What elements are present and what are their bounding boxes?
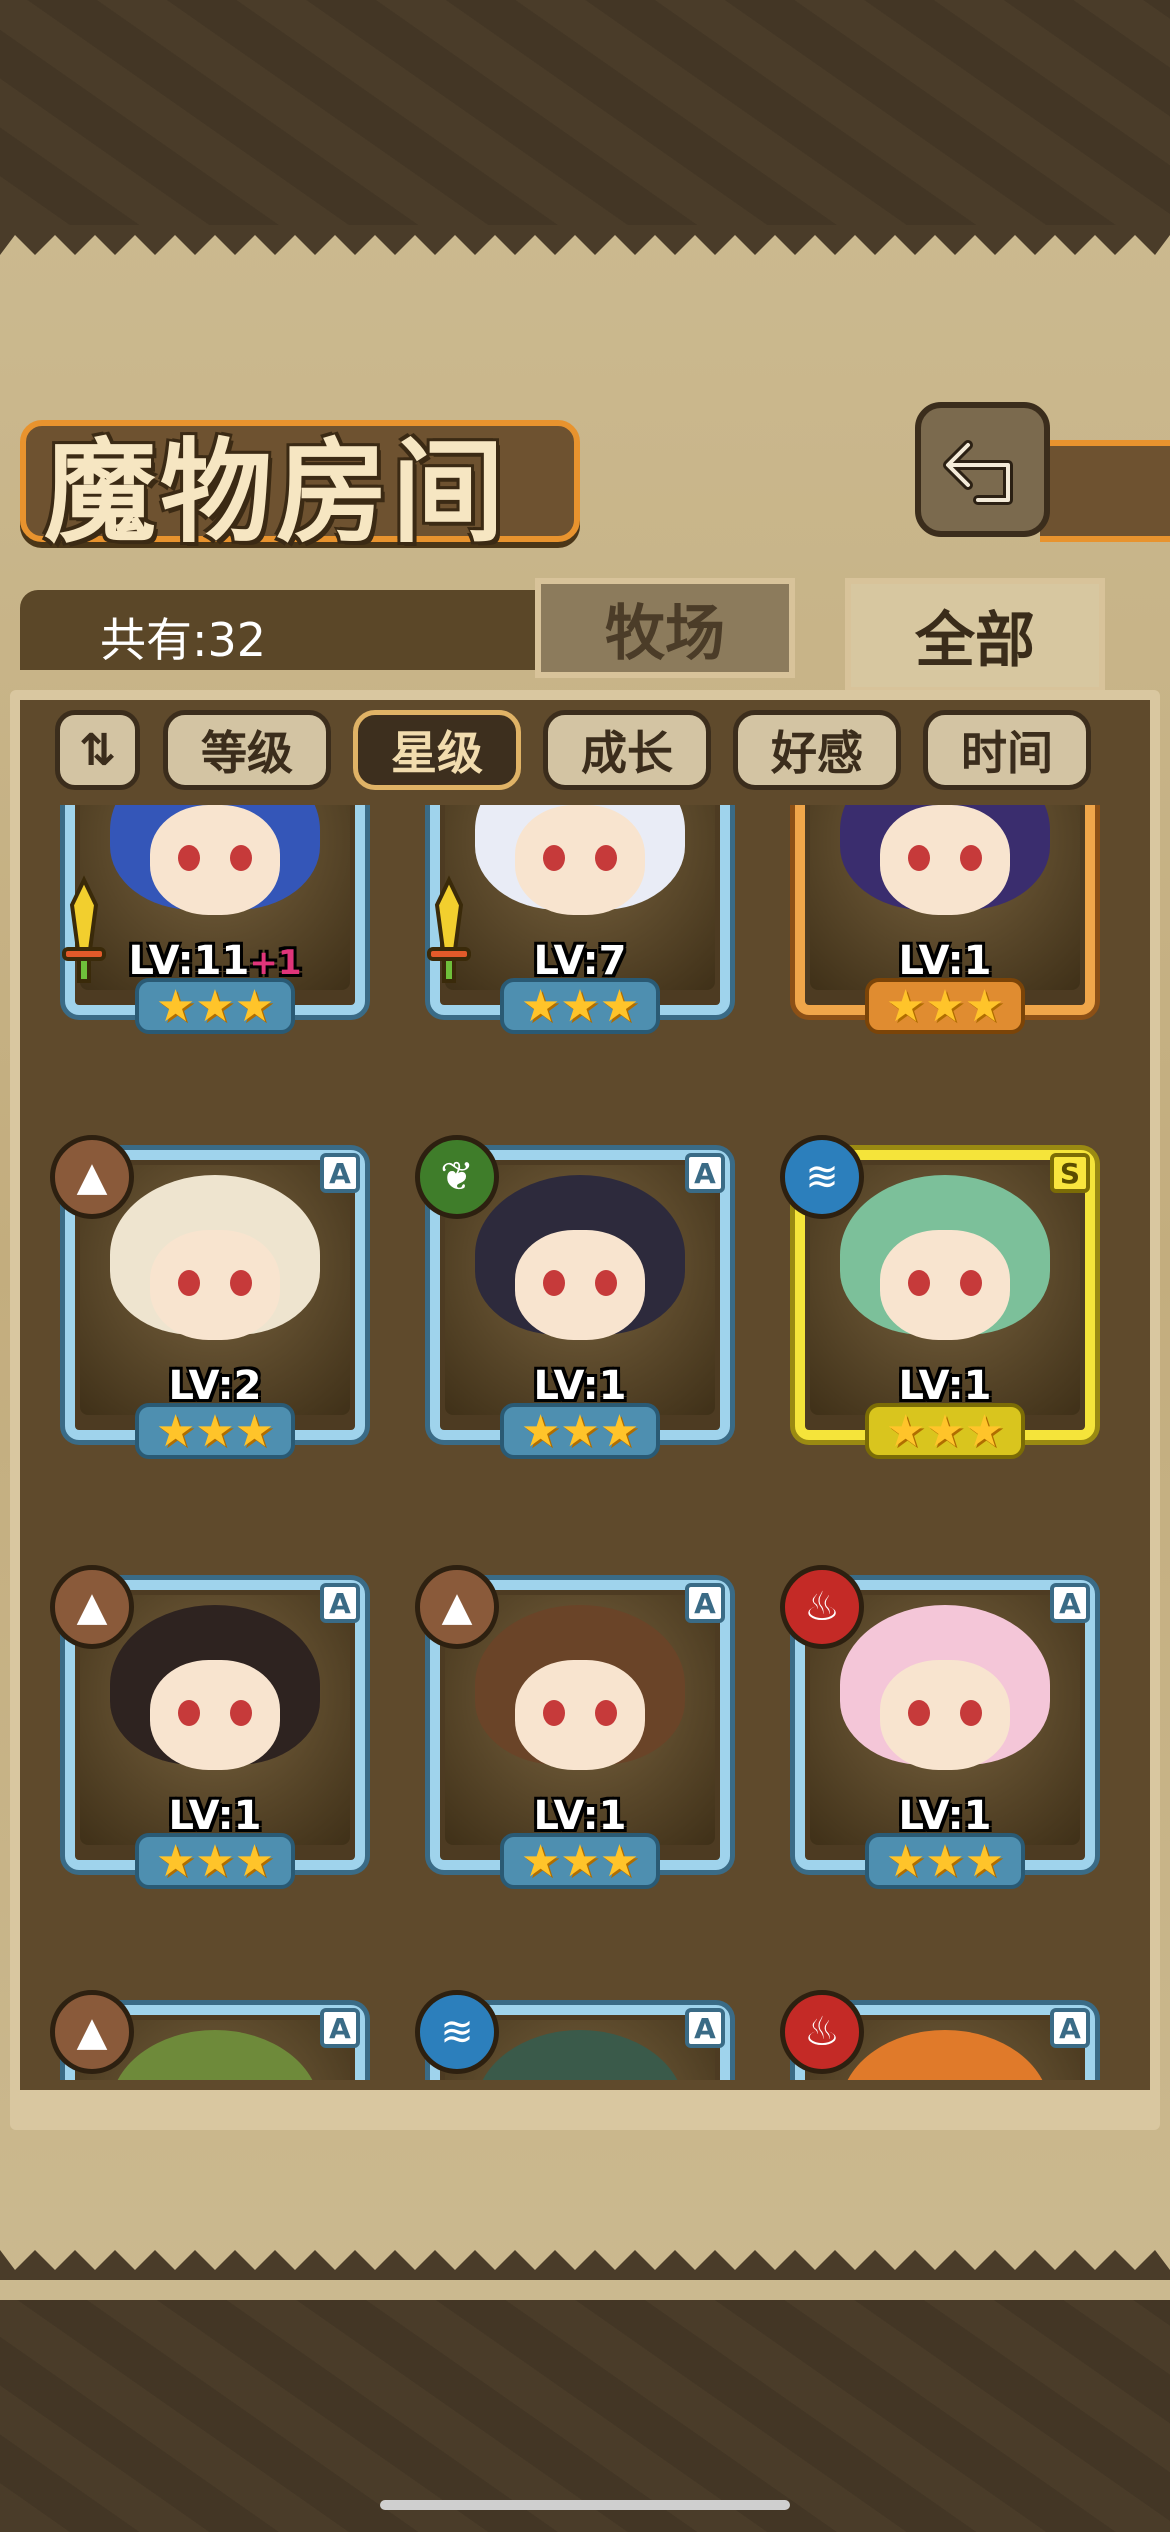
portrait-eye bbox=[230, 1700, 252, 1726]
map-background-top bbox=[0, 0, 1170, 225]
earth-element-icon: ▲ bbox=[50, 1565, 134, 1649]
monster-grid: LV:11+1 ★★★ LV:7 ★★★ LV:1 ★★★ ▲ A LV:2 ★★★ ❦ A LV:1 ★… bbox=[30, 805, 1140, 2080]
monster-card[interactable]: ▲ A LV:2 ★★★ bbox=[50, 1135, 380, 1465]
monster-card[interactable]: ≋ S LV:1 ★★★ bbox=[780, 1135, 1110, 1465]
rank-badge: A bbox=[1050, 1583, 1090, 1623]
monster-card[interactable]: ♨ A bbox=[780, 1990, 1110, 2080]
back-button[interactable] bbox=[915, 402, 1050, 537]
portrait-eye bbox=[543, 1700, 565, 1726]
star-rating: ★★★ bbox=[135, 1403, 295, 1459]
tab-ranch[interactable]: 牧场 bbox=[535, 578, 795, 678]
star-rating: ★★★ bbox=[865, 1833, 1025, 1889]
portrait-eye bbox=[543, 1270, 565, 1296]
zigzag-border-top bbox=[0, 225, 1170, 255]
monster-card[interactable]: ▲ A bbox=[50, 1990, 380, 2080]
water-element-icon: ≋ bbox=[780, 1135, 864, 1219]
count-bar bbox=[20, 590, 540, 670]
sort-level-button[interactable]: 等级 bbox=[163, 710, 331, 790]
list-bottom-rail bbox=[20, 2090, 1150, 2120]
star-rating: ★★★ bbox=[500, 1403, 660, 1459]
tab-all[interactable]: 全部 bbox=[845, 578, 1105, 693]
star-rating: ★★★ bbox=[135, 1833, 295, 1889]
monster-card[interactable]: ▲ A LV:1 ★★★ bbox=[415, 1565, 745, 1895]
back-button-bar bbox=[1040, 440, 1170, 542]
sort-star-button[interactable]: 星级 bbox=[353, 710, 521, 790]
portrait-eye bbox=[543, 845, 565, 871]
fire-element-icon: ♨ bbox=[780, 1990, 864, 2074]
portrait-face bbox=[880, 805, 1010, 915]
portrait-eye bbox=[960, 1700, 982, 1726]
star-rating: ★★★ bbox=[135, 978, 295, 1034]
portrait-eye bbox=[908, 845, 930, 871]
star-rating: ★★★ bbox=[500, 978, 660, 1034]
monster-card[interactable]: LV:1 ★★★ bbox=[780, 805, 1110, 1040]
sort-order-toggle-button[interactable]: ⇅ bbox=[55, 710, 140, 790]
star-rating: ★★★ bbox=[865, 978, 1025, 1034]
map-background-bottom bbox=[0, 2300, 1170, 2532]
portrait-face bbox=[150, 805, 280, 915]
home-indicator[interactable] bbox=[380, 2500, 790, 2510]
portrait-face bbox=[515, 1660, 645, 1770]
rank-badge: A bbox=[1050, 2008, 1090, 2048]
sort-growth-button[interactable]: 成长 bbox=[543, 710, 711, 790]
monster-card[interactable]: ≋ A bbox=[415, 1990, 745, 2080]
return-arrow-icon bbox=[942, 439, 1013, 505]
monster-count: 共有:32 bbox=[100, 613, 267, 667]
portrait-eye bbox=[908, 1270, 930, 1296]
monster-card[interactable]: ▲ A LV:1 ★★★ bbox=[50, 1565, 380, 1895]
portrait-face bbox=[150, 1230, 280, 1340]
star-rating: ★★★ bbox=[500, 1833, 660, 1889]
portrait-eye bbox=[178, 1700, 200, 1726]
rank-badge: A bbox=[685, 1153, 725, 1193]
monster-card[interactable]: LV:11+1 ★★★ bbox=[50, 805, 380, 1040]
level-bonus: +1 bbox=[249, 943, 302, 983]
rank-badge: A bbox=[685, 2008, 725, 2048]
monster-card[interactable]: LV:7 ★★★ bbox=[415, 805, 745, 1040]
wood-element-icon: ❦ bbox=[415, 1135, 499, 1219]
portrait-eye bbox=[960, 1270, 982, 1296]
portrait-face bbox=[150, 1660, 280, 1770]
page-title: 魔物房间 bbox=[44, 427, 508, 558]
sort-time-button[interactable]: 时间 bbox=[923, 710, 1091, 790]
portrait-eye bbox=[908, 1700, 930, 1726]
earth-element-icon: ▲ bbox=[50, 1135, 134, 1219]
rank-badge: A bbox=[685, 1583, 725, 1623]
rank-badge: A bbox=[320, 2008, 360, 2048]
portrait-eye bbox=[230, 845, 252, 871]
monster-card[interactable]: ♨ A LV:1 ★★★ bbox=[780, 1565, 1110, 1895]
portrait-face bbox=[880, 1660, 1010, 1770]
portrait-eye bbox=[595, 845, 617, 871]
water-element-icon: ≋ bbox=[415, 1990, 499, 2074]
portrait-face bbox=[515, 1230, 645, 1340]
earth-element-icon: ▲ bbox=[50, 1990, 134, 2074]
zigzag-border-bottom bbox=[0, 2250, 1170, 2280]
star-rating: ★★★ bbox=[865, 1403, 1025, 1459]
portrait-face bbox=[880, 1230, 1010, 1340]
portrait-eye bbox=[230, 1270, 252, 1296]
rank-badge: S bbox=[1050, 1153, 1090, 1193]
sort-affection-button[interactable]: 好感 bbox=[733, 710, 901, 790]
portrait-eye bbox=[595, 1700, 617, 1726]
portrait-eye bbox=[178, 1270, 200, 1296]
portrait-eye bbox=[178, 845, 200, 871]
portrait-eye bbox=[960, 845, 982, 871]
sort-order-toggle-icon: ⇅ bbox=[79, 724, 116, 776]
rank-badge: A bbox=[320, 1153, 360, 1193]
portrait-eye bbox=[595, 1270, 617, 1296]
rank-badge: A bbox=[320, 1583, 360, 1623]
monster-card[interactable]: ❦ A LV:1 ★★★ bbox=[415, 1135, 745, 1465]
fire-element-icon: ♨ bbox=[780, 1565, 864, 1649]
portrait-face bbox=[515, 805, 645, 915]
earth-element-icon: ▲ bbox=[415, 1565, 499, 1649]
